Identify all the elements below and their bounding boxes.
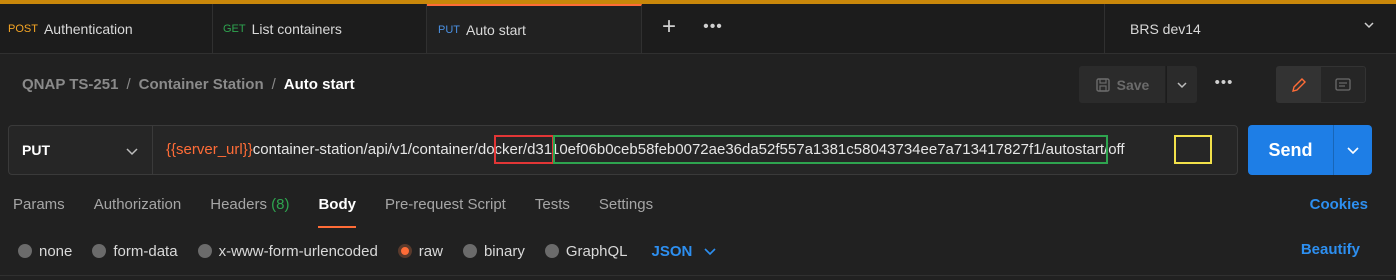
headers-count: (8) <box>271 196 290 213</box>
send-button[interactable]: Send <box>1248 125 1333 175</box>
tab-authorization[interactable]: Authorization <box>94 196 182 216</box>
radio-label: GraphQL <box>565 242 628 260</box>
breadcrumb-item-qnap[interactable]: QNAP TS-251 <box>22 76 118 93</box>
radio-none[interactable]: none <box>18 243 72 260</box>
radio-graphql[interactable]: GraphQL <box>544 242 628 260</box>
language-value: JSON <box>651 242 693 260</box>
radio-binary[interactable]: binary <box>462 242 525 260</box>
pencil-icon <box>1292 77 1306 92</box>
tab-method: GET <box>223 22 246 35</box>
radio-label: binary <box>483 242 525 260</box>
save-icon <box>1095 77 1110 92</box>
highlight-box-container-id <box>553 135 1108 164</box>
tab-label: Authentication <box>43 20 133 37</box>
radio-dot <box>544 244 559 258</box>
tab-method: POST <box>8 22 38 35</box>
send-options-button[interactable] <box>1333 125 1372 175</box>
save-options-button[interactable] <box>1166 66 1197 103</box>
radio-dot <box>92 244 107 258</box>
send-group: Send <box>1248 125 1372 175</box>
tab-bar: POST Authentication GET List containers … <box>0 4 1396 54</box>
more-actions-icon[interactable]: ••• <box>1210 74 1238 94</box>
comment-icon <box>1335 77 1351 91</box>
body-type-options: none form-data x-www-form-urlencoded raw… <box>18 241 716 261</box>
url-path: container-station/api/v1/container <box>252 141 474 158</box>
radio-form-data[interactable]: form-data <box>92 242 178 260</box>
breadcrumb-current: Auto start <box>283 76 355 93</box>
url-off-segment: off <box>1108 141 1125 158</box>
breadcrumb: QNAP TS-251 / Container Station / Auto start <box>22 76 355 93</box>
tab-list-containers[interactable]: GET List containers <box>213 4 427 53</box>
chevron-down-icon <box>1177 81 1187 88</box>
more-tabs-icon[interactable]: ••• <box>700 14 726 40</box>
radio-label: none <box>39 242 73 260</box>
add-tab-icon[interactable]: + <box>656 14 682 40</box>
breadcrumb-item-container-station[interactable]: Container Station <box>139 76 264 93</box>
method-select[interactable]: PUT <box>8 125 153 175</box>
tab-body[interactable]: Body <box>318 196 356 228</box>
chevron-down-icon <box>704 248 716 256</box>
tab-pre-request-script[interactable]: Pre-request Script <box>385 196 506 216</box>
radio-dot <box>397 244 412 258</box>
view-toggle <box>1276 66 1366 103</box>
chevron-down-icon <box>1364 22 1374 29</box>
chevron-down-icon <box>126 148 138 156</box>
radio-dot <box>462 244 477 258</box>
url-variable: {{server_url}} <box>166 141 253 158</box>
tab-settings[interactable]: Settings <box>599 196 653 216</box>
tab-authentication[interactable]: POST Authentication <box>0 4 213 53</box>
save-group: Save <box>1079 66 1197 103</box>
language-select[interactable]: JSON <box>652 243 717 260</box>
tab-params[interactable]: Params <box>13 196 65 216</box>
save-label: Save <box>1116 76 1150 93</box>
tab-headers[interactable]: Headers (8) <box>210 196 289 216</box>
headers-label: Headers <box>210 196 267 213</box>
save-button[interactable]: Save <box>1079 66 1165 103</box>
environment-selector[interactable]: BRS dev14 <box>1104 4 1396 53</box>
highlight-box-off <box>1174 135 1212 164</box>
radio-urlencoded[interactable]: x-www-form-urlencoded <box>197 242 378 260</box>
documentation-view-button[interactable] <box>1321 67 1365 102</box>
tab-method: PUT <box>438 23 460 36</box>
edit-view-button[interactable] <box>1277 67 1321 102</box>
highlight-box-docker <box>494 135 554 164</box>
breadcrumb-separator: / <box>126 76 131 93</box>
chevron-down-icon <box>1347 147 1359 155</box>
tab-label: List containers <box>251 20 342 37</box>
radio-raw[interactable]: raw <box>397 242 443 260</box>
divider <box>0 275 1396 276</box>
radio-label: raw <box>418 242 443 260</box>
radio-label: form-data <box>113 242 178 260</box>
radio-label: x-www-form-urlencoded <box>218 242 378 260</box>
request-tabs: Params Authorization Headers (8) Body Pr… <box>13 196 682 228</box>
tab-tests[interactable]: Tests <box>535 196 570 216</box>
method-value: PUT <box>22 142 50 158</box>
tab-label: Auto start <box>466 21 526 38</box>
beautify-button[interactable]: Beautify <box>1301 241 1360 258</box>
tab-auto-start[interactable]: PUT Auto start <box>427 4 642 53</box>
environment-name: BRS dev14 <box>1130 20 1201 37</box>
radio-dot <box>18 244 32 258</box>
cookies-link[interactable]: Cookies <box>1310 196 1368 213</box>
breadcrumb-separator: / <box>271 76 276 93</box>
radio-dot <box>197 244 212 258</box>
